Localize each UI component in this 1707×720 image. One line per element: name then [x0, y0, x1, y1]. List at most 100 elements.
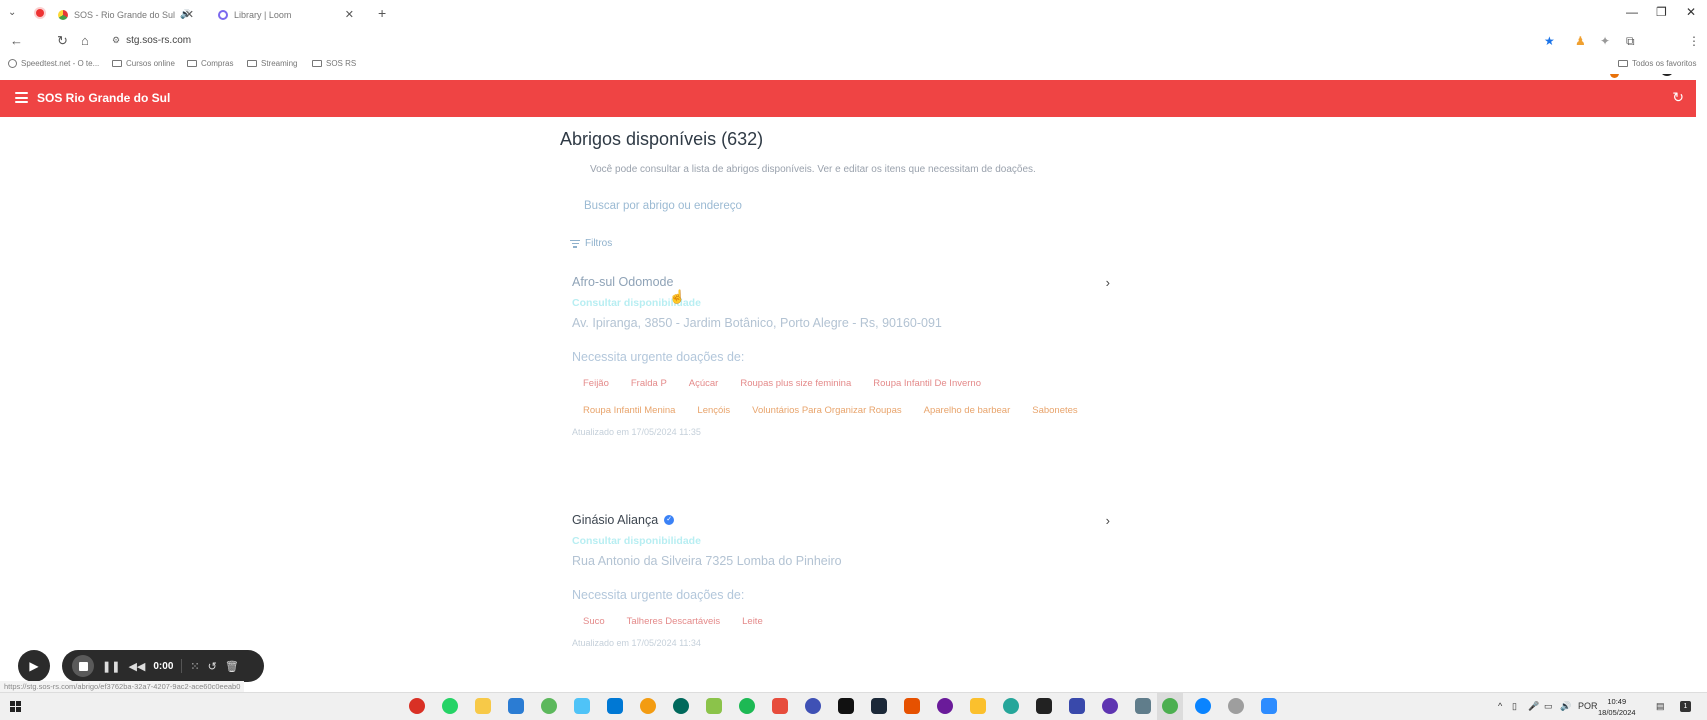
folder-icon	[312, 60, 322, 67]
app-snowflake-icon[interactable]	[1069, 698, 1085, 714]
needs-tag-list: Feijão Fralda P Açúcar Roupas plus size …	[572, 375, 1092, 421]
chrome-icon[interactable]	[1162, 698, 1178, 714]
pause-icon[interactable]: ❚❚	[102, 660, 120, 673]
app-cube-icon[interactable]	[574, 698, 590, 714]
app-red-icon[interactable]	[772, 698, 788, 714]
app-title[interactable]: SOS Rio Grande do Sul	[37, 91, 170, 105]
home-icon[interactable]: ⌂	[81, 33, 89, 48]
epic-games-icon[interactable]	[838, 698, 854, 714]
app-green-icon[interactable]	[706, 698, 722, 714]
tray-expand-icon[interactable]: ^	[1498, 701, 1502, 711]
close-icon[interactable]: ✕	[345, 8, 354, 21]
app-teal-icon[interactable]	[673, 698, 689, 714]
network-icon[interactable]: ▭	[1544, 701, 1553, 712]
availability-link[interactable]: Consultar disponibilidade	[572, 297, 1120, 311]
app-box-icon[interactable]	[1135, 698, 1151, 714]
vscode-icon[interactable]	[607, 698, 623, 714]
need-tag: Lençóis	[697, 405, 731, 416]
shelter-card[interactable]: Ginásio Aliança ✓ › Consultar disponibil…	[572, 512, 1120, 648]
notification-badge: 1	[1680, 701, 1691, 712]
url-field[interactable]: ⚙ stg.sos-rs.com	[112, 35, 191, 46]
sos-favicon-icon	[58, 10, 68, 20]
whatsapp-icon[interactable]	[442, 698, 458, 714]
volume-icon[interactable]: 🔊	[1560, 701, 1571, 712]
app-blue-icon[interactable]	[805, 698, 821, 714]
bookmark-streaming[interactable]: Streaming	[247, 59, 297, 68]
app-leaf-icon[interactable]	[541, 698, 557, 714]
search-input[interactable]	[584, 195, 1104, 217]
microphone-icon[interactable]: 🎤	[1528, 701, 1539, 712]
rewind-icon[interactable]: ◀◀	[128, 660, 145, 673]
close-icon[interactable]: ✕	[185, 8, 194, 21]
shelter-name[interactable]: Ginásio Aliança ✓	[572, 512, 1120, 528]
tab-loom-library[interactable]: Library | Loom ✕	[218, 4, 368, 26]
app-header: SOS Rio Grande do Sul ↻	[0, 80, 1696, 117]
filters-label: Filtros	[585, 238, 613, 249]
tab-search-chevron-icon[interactable]: ⌄	[8, 7, 16, 18]
bookmark-compras[interactable]: Compras	[187, 59, 233, 68]
new-tab-plus-icon[interactable]: +	[378, 5, 386, 21]
all-bookmarks[interactable]: Todos os favoritos	[1618, 59, 1696, 68]
updated-timestamp: Atualizado em 17/05/2024 11:35	[572, 427, 701, 437]
extensions-menu-icon[interactable]: ⧉	[1626, 34, 1635, 49]
shelter-card[interactable]: Afro-sul Odomode › Consultar disponibili…	[572, 274, 1120, 437]
file-explorer-icon[interactable]	[475, 698, 491, 714]
spotify-icon[interactable]	[739, 698, 755, 714]
restart-icon[interactable]: ↺	[208, 660, 217, 673]
tab-sos-rs[interactable]: SOS - Rio Grande do Sul 🔊 ✕	[58, 4, 208, 26]
amazon-icon[interactable]	[1036, 698, 1052, 714]
filters-button[interactable]: Filtros	[570, 238, 612, 249]
delete-trash-icon[interactable]: 🗑	[225, 660, 239, 673]
calculator-icon[interactable]	[508, 698, 524, 714]
page-title: Abrigos disponíveis (632)	[560, 129, 764, 149]
url-text: stg.sos-rs.com	[126, 35, 192, 46]
need-tag: Açúcar	[688, 378, 719, 389]
bookmark-label: Todos os favoritos	[1632, 59, 1697, 68]
extension-puzzle-icon[interactable]: ✦	[1600, 34, 1610, 48]
app-orange-icon[interactable]	[640, 698, 656, 714]
more-menu-icon[interactable]: ⋮	[1688, 34, 1700, 48]
availability-link[interactable]: Consultar disponibilidade	[572, 535, 1120, 549]
app-purple-icon[interactable]	[937, 698, 953, 714]
bookmark-cursos-online[interactable]: Cursos online	[112, 59, 175, 68]
tray-device-icon[interactable]: ▯	[1512, 701, 1517, 712]
restore-icon[interactable]: ❐	[1656, 5, 1667, 19]
edge-icon[interactable]	[1195, 698, 1211, 714]
app-ea-icon[interactable]	[904, 698, 920, 714]
bookmark-sos-rs[interactable]: SOS RS	[312, 59, 356, 68]
menu-icon[interactable]	[15, 92, 28, 103]
drawing-grid-icon[interactable]: ⁙	[190, 660, 199, 673]
app-circle-icon[interactable]	[1003, 698, 1019, 714]
windows-start-icon[interactable]	[10, 701, 21, 712]
chevron-right-icon[interactable]: ›	[1106, 275, 1110, 290]
need-tag: Feijão	[583, 378, 609, 389]
shelter-name[interactable]: Afro-sul Odomode	[572, 274, 1120, 290]
extension-icon[interactable]: ♟	[1575, 34, 1586, 48]
notification-center-icon[interactable]: ▤	[1656, 701, 1665, 712]
zoom-icon[interactable]	[1261, 698, 1277, 714]
language-indicator[interactable]: POR	[1578, 701, 1598, 711]
reload-icon[interactable]: ↻	[57, 33, 68, 49]
site-info-icon[interactable]: ⚙	[112, 35, 120, 46]
need-tag: Talheres Descartáveis	[626, 616, 721, 627]
shelter-name-text: Ginásio Aliança	[572, 513, 659, 527]
chevron-right-icon[interactable]: ›	[1106, 513, 1110, 528]
bookmark-star-icon[interactable]: ★	[1544, 34, 1555, 48]
minimize-icon[interactable]: —	[1626, 5, 1638, 19]
loom-recorder-controls: ❚❚ ◀◀ 0:00 ⁙ ↺ 🗑	[62, 650, 264, 682]
steam-icon[interactable]	[871, 698, 887, 714]
refresh-icon[interactable]: ↻	[1672, 89, 1684, 106]
opera-icon[interactable]	[409, 698, 425, 714]
camera-toggle-icon[interactable]: ▶	[18, 650, 50, 682]
stop-recording-button[interactable]	[72, 655, 94, 677]
need-tag: Roupa Infantil Menina	[583, 405, 676, 416]
window-close-icon[interactable]: ✕	[1686, 5, 1696, 19]
app-gray-icon[interactable]	[1228, 698, 1244, 714]
clock[interactable]: 10:49 18/05/2024	[1598, 696, 1636, 718]
rockstar-icon[interactable]	[970, 698, 986, 714]
loom-favicon-icon	[218, 10, 228, 20]
back-arrow-icon[interactable]: ←	[10, 33, 23, 48]
bookmark-speedtest[interactable]: Speedtest.net - O te...	[8, 59, 99, 68]
app-violet-icon[interactable]	[1102, 698, 1118, 714]
windows-taskbar: ^ ▯ 🎤 ▭ 🔊 POR 10:49 18/05/2024 ▤ 1	[0, 692, 1707, 720]
